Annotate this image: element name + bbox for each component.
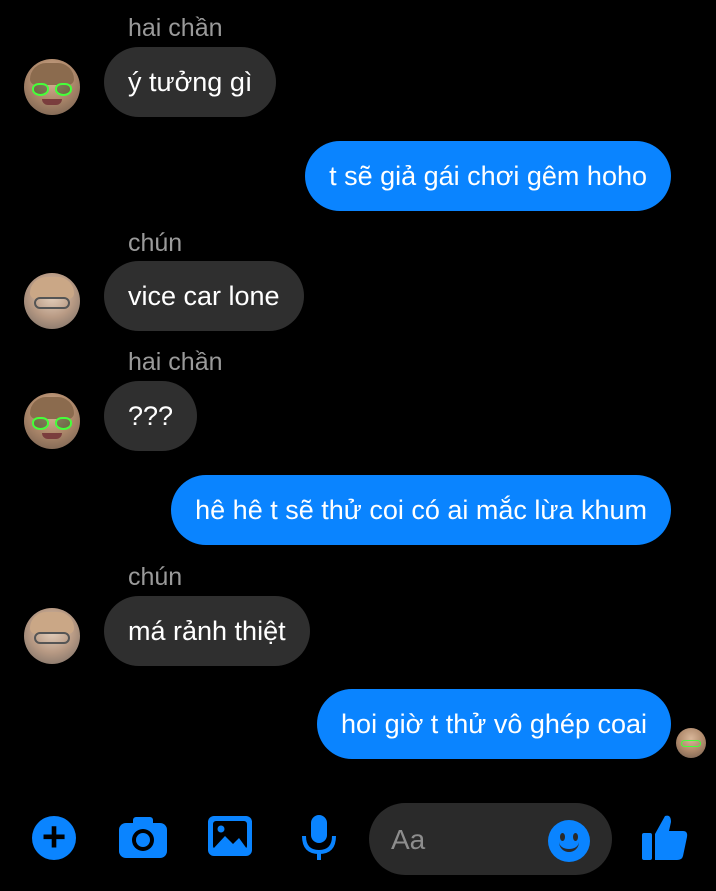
plus-icon[interactable]: + <box>32 816 76 860</box>
incoming-message[interactable]: má rảnh thiệt <box>104 596 310 666</box>
thumbs-up-icon[interactable] <box>641 812 689 862</box>
microphone-icon[interactable] <box>301 814 337 862</box>
incoming-message[interactable]: ý tưởng gì <box>104 47 277 117</box>
sender-name: hai chần <box>128 14 223 42</box>
smiley-icon[interactable] <box>548 820 590 862</box>
outgoing-message[interactable]: hoi giờ t thử vô ghép coai <box>317 689 671 759</box>
avatar[interactable] <box>24 608 80 664</box>
outgoing-message[interactable]: hê hê t sẽ thử coi có ai mắc lừa khum <box>171 475 671 545</box>
incoming-message[interactable]: ??? <box>104 381 198 451</box>
sender-name: chún <box>128 563 183 591</box>
incoming-message[interactable]: vice car lone <box>104 261 304 331</box>
outgoing-message[interactable]: t sẽ giả gái chơi gêm hoho <box>305 141 671 211</box>
image-icon[interactable] <box>207 815 253 857</box>
avatar[interactable] <box>24 273 80 329</box>
avatar[interactable] <box>24 393 80 449</box>
sender-name: chún <box>128 229 183 257</box>
message-input[interactable] <box>389 817 543 863</box>
avatar[interactable] <box>24 59 80 115</box>
sender-name: hai chần <box>128 348 223 376</box>
message-composer[interactable] <box>369 803 612 875</box>
camera-icon[interactable] <box>118 815 168 860</box>
read-receipt-avatar <box>676 728 706 758</box>
